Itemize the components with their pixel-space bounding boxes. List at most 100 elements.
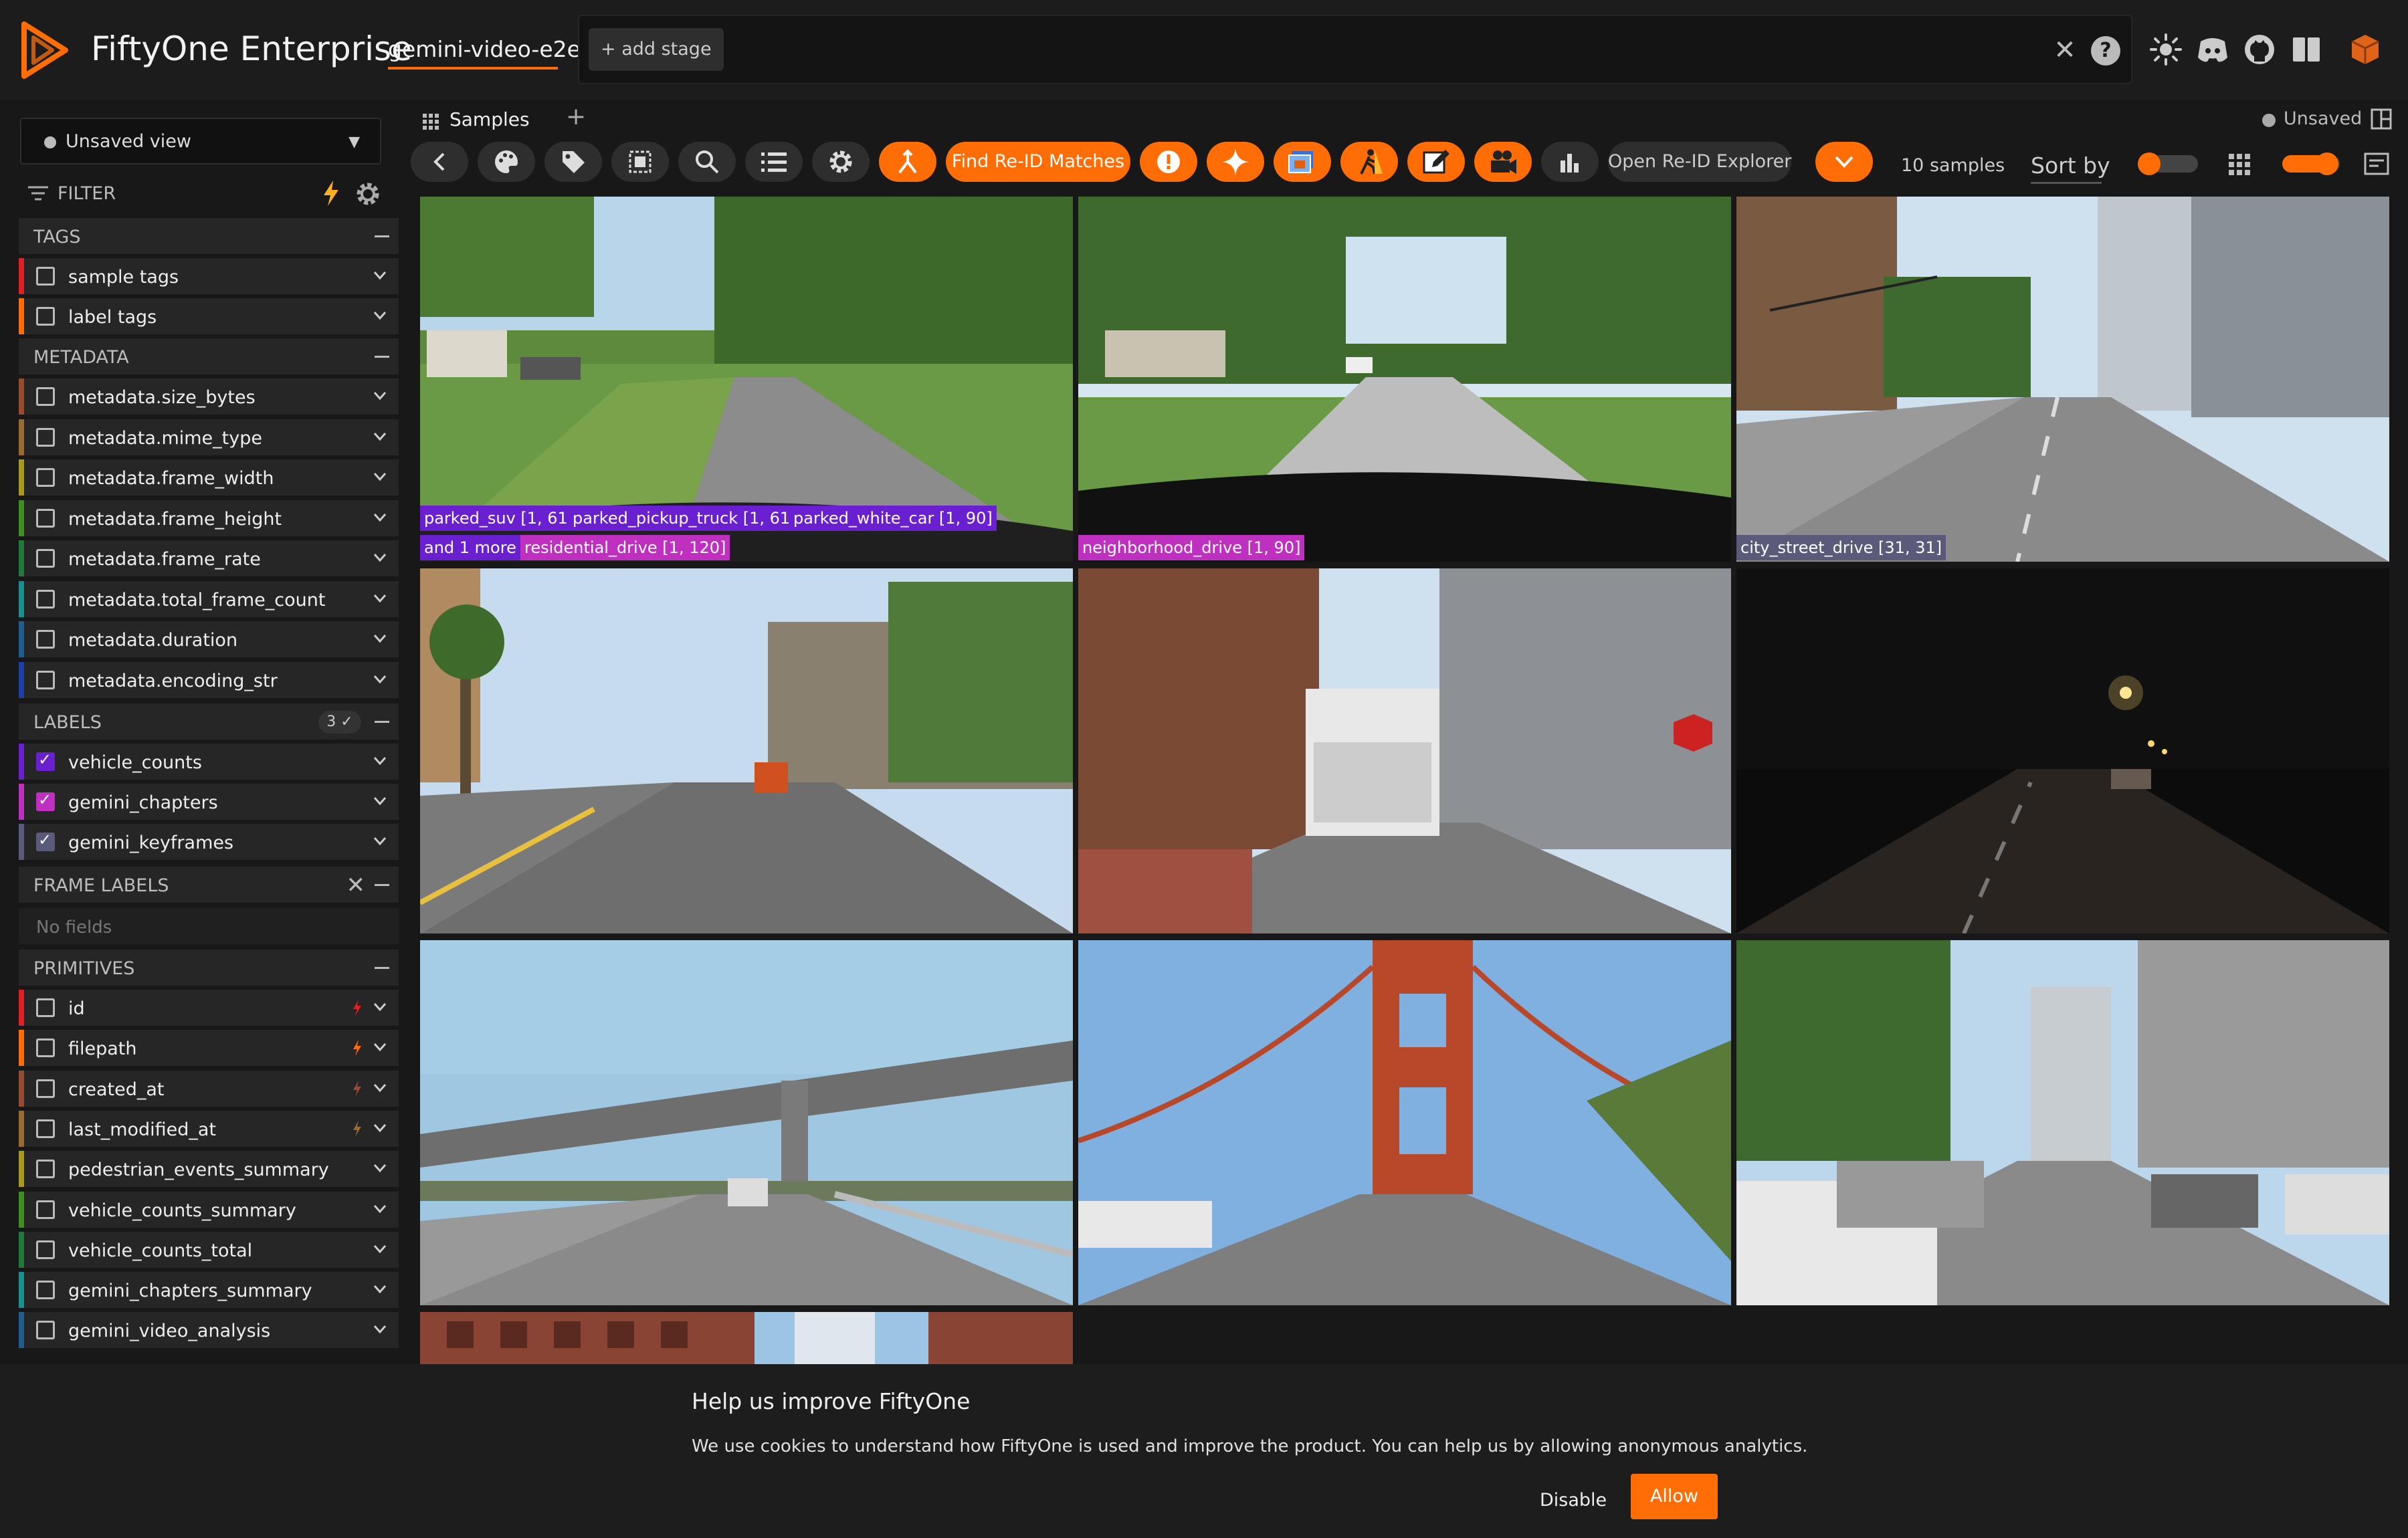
sample-thumbnail[interactable] xyxy=(1078,568,1731,933)
section-metadata[interactable]: METADATA xyxy=(19,338,399,374)
field-checkbox[interactable] xyxy=(36,1079,55,1098)
field-checkbox[interactable] xyxy=(36,1240,55,1259)
field-checkbox[interactable] xyxy=(36,630,55,649)
chevron-down-icon[interactable] xyxy=(373,1285,387,1294)
chevron-down-icon[interactable] xyxy=(373,472,387,481)
sort-order-toggle[interactable] xyxy=(2138,152,2198,175)
sort-by-select[interactable]: Sort by xyxy=(2031,152,2110,179)
discord-icon[interactable] xyxy=(2195,32,2230,67)
chevron-down-icon[interactable] xyxy=(373,594,387,603)
chevron-down-icon[interactable] xyxy=(373,1123,387,1133)
sample-thumbnail[interactable] xyxy=(1078,940,1731,1305)
chevron-down-icon[interactable] xyxy=(373,1244,387,1254)
close-icon[interactable]: ✕ xyxy=(346,872,366,899)
tab-samples[interactable]: Samples xyxy=(449,108,530,130)
field-row[interactable]: id xyxy=(19,990,399,1026)
field-row[interactable]: gemini_keyframes xyxy=(19,824,399,860)
gear-icon[interactable] xyxy=(355,181,381,207)
search-similar-button[interactable] xyxy=(678,142,736,182)
sample-thumbnail[interactable]: neighborhood_drive [1, 90] xyxy=(1078,197,1731,562)
chevron-down-icon[interactable] xyxy=(373,391,387,401)
sample-thumbnail[interactable] xyxy=(420,568,1073,933)
collapse-icon[interactable] xyxy=(375,967,389,969)
field-row[interactable]: vehicle_counts_summary xyxy=(19,1191,399,1228)
github-icon[interactable] xyxy=(2242,32,2277,67)
section-tags[interactable]: TAGS xyxy=(19,218,399,254)
field-checkbox[interactable] xyxy=(36,790,55,811)
field-row[interactable]: metadata.frame_width xyxy=(19,459,399,496)
field-checkbox[interactable] xyxy=(36,267,55,286)
help-icon[interactable]: ? xyxy=(2091,36,2120,66)
chevron-down-icon[interactable] xyxy=(373,634,387,643)
chevron-down-icon[interactable] xyxy=(373,311,387,320)
settings-button[interactable] xyxy=(812,142,870,182)
field-checkbox[interactable] xyxy=(36,508,55,528)
video-operator-button[interactable] xyxy=(1474,142,1532,182)
display-options-icon[interactable] xyxy=(2364,152,2389,175)
field-row[interactable]: metadata.total_frame_count xyxy=(19,580,399,617)
field-row[interactable]: metadata.duration xyxy=(19,621,399,657)
field-checkbox[interactable] xyxy=(36,468,55,487)
add-panel-plus-icon[interactable]: + xyxy=(566,103,586,130)
field-checkbox[interactable] xyxy=(36,307,55,326)
field-checkbox[interactable] xyxy=(36,1160,55,1179)
theme-sun-icon[interactable] xyxy=(2148,32,2183,67)
sample-thumbnail[interactable] xyxy=(1736,940,2389,1305)
patches-button[interactable] xyxy=(611,142,669,182)
field-row[interactable]: last_modified_at xyxy=(19,1110,399,1147)
chevron-down-icon[interactable] xyxy=(373,1325,387,1334)
box-cube-icon[interactable] xyxy=(2348,32,2383,67)
chevron-down-icon[interactable] xyxy=(373,432,387,441)
collapse-icon[interactable] xyxy=(375,235,389,237)
back-button[interactable] xyxy=(411,142,468,182)
collapse-icon[interactable] xyxy=(375,884,389,886)
zoom-slider[interactable] xyxy=(2282,152,2340,175)
open-reid-explorer-button[interactable]: Open Re-ID Explorer xyxy=(1608,142,1791,182)
toggle-knob[interactable] xyxy=(2138,152,2161,175)
view-stage-bar[interactable]: + add stage ✕ ? xyxy=(578,15,2132,84)
fiftyone-logo-icon[interactable] xyxy=(17,20,72,80)
sample-thumbnail[interactable] xyxy=(1736,568,2389,933)
sample-thumbnail[interactable]: parked_suv [1, 61] parked_pickup_truck [… xyxy=(420,197,1073,562)
chevron-down-icon[interactable] xyxy=(373,1002,387,1012)
field-row[interactable]: gemini_chapters_summary xyxy=(19,1272,399,1309)
chevron-down-icon[interactable] xyxy=(373,1204,387,1214)
field-checkbox[interactable] xyxy=(36,831,55,851)
field-row[interactable]: pedestrian_events_summary xyxy=(19,1151,399,1188)
field-row[interactable]: vehicle_counts xyxy=(19,744,399,780)
field-row[interactable]: created_at xyxy=(19,1070,399,1107)
dataset-name[interactable]: gemini-video-e2e xyxy=(388,36,581,62)
field-checkbox[interactable] xyxy=(36,1119,55,1138)
find-reid-matches-button[interactable]: Find Re-ID Matches xyxy=(946,142,1130,182)
field-checkbox[interactable] xyxy=(36,1321,55,1340)
chevron-down-icon[interactable] xyxy=(373,1042,387,1052)
chevron-down-icon[interactable] xyxy=(373,756,387,766)
section-primitives[interactable]: PRIMITIVES xyxy=(19,950,399,986)
field-row[interactable]: metadata.frame_rate xyxy=(19,540,399,576)
edit-operator-button[interactable] xyxy=(1407,142,1465,182)
pedestrian-operator-button[interactable] xyxy=(1340,142,1398,182)
dashboard-button[interactable] xyxy=(1541,142,1599,182)
clear-stages-close-icon[interactable]: ✕ xyxy=(2049,35,2080,66)
color-palette-button[interactable] xyxy=(478,142,535,182)
field-checkbox[interactable] xyxy=(36,750,55,771)
add-stage-button[interactable]: + add stage xyxy=(589,28,724,71)
slider-knob[interactable] xyxy=(2316,152,2338,175)
field-row[interactable]: metadata.frame_height xyxy=(19,500,399,536)
chevron-down-icon[interactable] xyxy=(373,1164,387,1173)
field-row[interactable]: label tags xyxy=(19,298,399,334)
field-row[interactable]: filepath xyxy=(19,1030,399,1067)
field-row[interactable]: metadata.mime_type xyxy=(19,419,399,455)
chevron-down-icon[interactable] xyxy=(373,796,387,806)
disable-analytics-button[interactable]: Disable xyxy=(1540,1490,1607,1511)
alert-button[interactable] xyxy=(1140,142,1197,182)
tag-button[interactable] xyxy=(544,142,602,182)
sample-thumbnail[interactable]: city_street_drive [31, 31] xyxy=(1736,197,2389,562)
chevron-down-icon[interactable] xyxy=(373,1083,387,1093)
more-operators-button[interactable] xyxy=(1815,142,1873,182)
chevron-down-icon[interactable] xyxy=(373,837,387,846)
labels-count-badge[interactable]: 3 ✓ xyxy=(318,711,361,734)
chevron-down-icon[interactable] xyxy=(373,553,387,562)
operator-button[interactable] xyxy=(879,142,936,182)
field-checkbox[interactable] xyxy=(36,998,55,1017)
